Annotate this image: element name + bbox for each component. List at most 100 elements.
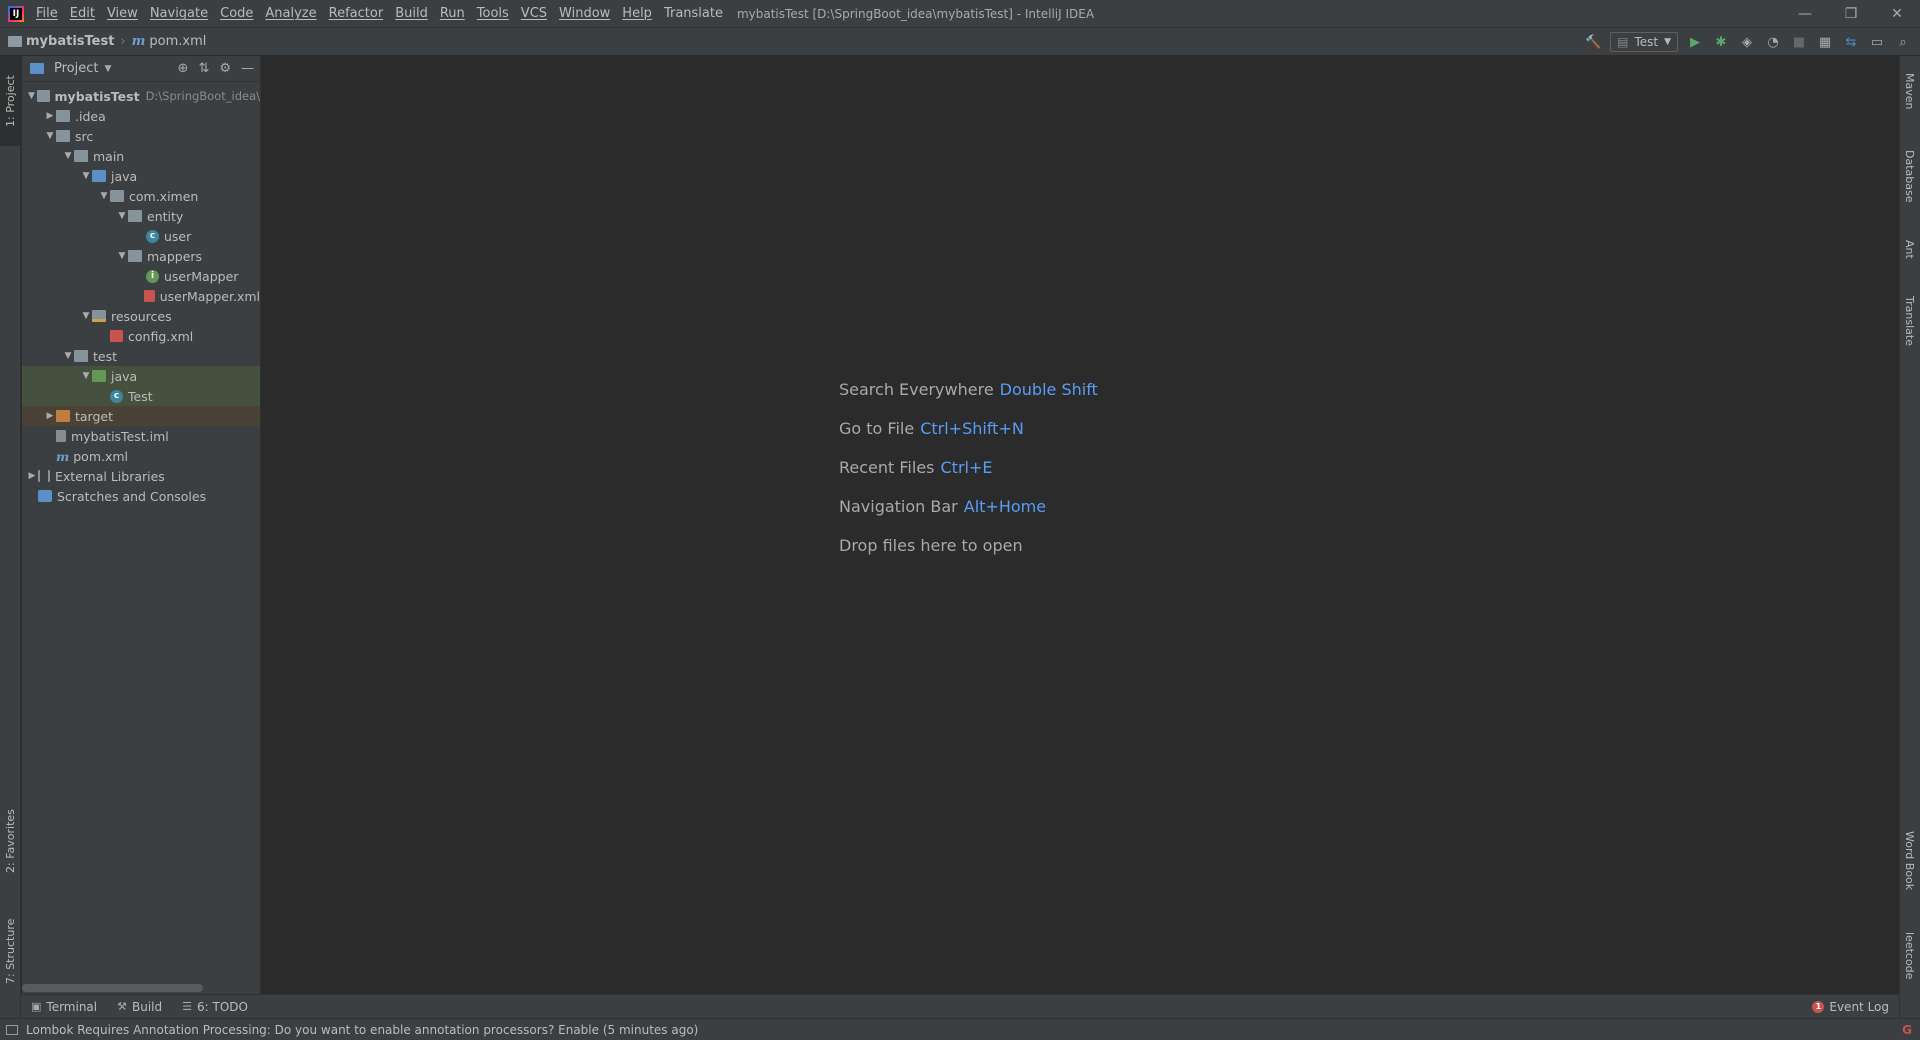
tree-item[interactable]: ▼ java (22, 366, 260, 386)
gear-icon[interactable]: ⚙ (219, 61, 231, 76)
tree-item[interactable]: i userMapper (22, 266, 260, 286)
chevron-down-icon[interactable]: ▼ (104, 64, 111, 74)
status-bar: Lombok Requires Annotation Processing: D… (0, 1018, 1920, 1040)
presentation-icon[interactable]: ▭ (1868, 33, 1886, 51)
expanded-arrow-icon[interactable]: ▼ (62, 351, 74, 361)
menu-item-view[interactable]: View (101, 6, 144, 21)
menu-item-edit[interactable]: Edit (64, 6, 101, 21)
expanded-arrow-icon[interactable]: ▼ (80, 311, 92, 321)
tree-item[interactable]: c user (22, 226, 260, 246)
tab-project[interactable]: 1: Project (0, 56, 21, 146)
tab-database[interactable]: Database (1899, 136, 1920, 216)
tree-item[interactable]: ▼ entity (22, 206, 260, 226)
tree-item[interactable]: config.xml (22, 326, 260, 346)
status-message[interactable]: Lombok Requires Annotation Processing: D… (26, 1023, 698, 1037)
collapse-all-icon[interactable]: ⇅ (198, 61, 209, 76)
tree-item[interactable]: ▼ resources (22, 306, 260, 326)
package-icon (110, 190, 124, 202)
tree-item-label: config.xml (128, 328, 194, 344)
restore-icon[interactable]: ❐ (1828, 0, 1874, 28)
menu-item-analyze[interactable]: Analyze (259, 6, 322, 21)
tree-item[interactable]: ▶ .idea (22, 106, 260, 126)
expanded-arrow-icon[interactable]: ▼ (116, 211, 128, 221)
menu-item-help[interactable]: Help (616, 6, 658, 21)
tree-item[interactable]: userMapper.xml (22, 286, 260, 306)
menu-item-file[interactable]: File (30, 6, 64, 21)
tool-windows-icon[interactable] (6, 1024, 18, 1035)
minimize-icon[interactable]: — (1782, 0, 1828, 28)
menu-item-vcs[interactable]: VCS (515, 6, 553, 21)
tab-translate[interactable]: Translate (1899, 281, 1920, 361)
tree-item[interactable]: ▼ mybatisTest D:\SpringBoot_idea\ (22, 86, 260, 106)
coverage-icon[interactable]: ◈ (1738, 33, 1756, 51)
project-view-selector[interactable]: Project (54, 61, 98, 76)
translate-icon[interactable]: ⇆ (1842, 33, 1860, 51)
tab-word-book[interactable]: Word Book (1899, 818, 1920, 903)
tab-ant[interactable]: Ant (1899, 224, 1920, 274)
collapsed-arrow-icon[interactable]: ▶ (26, 471, 38, 481)
menu-item-run[interactable]: Run (434, 6, 471, 21)
tree-item[interactable]: ▶ target (22, 406, 260, 426)
tree-item[interactable]: c Test (22, 386, 260, 406)
run-configuration-select[interactable]: ▤ Test ▼ (1610, 32, 1678, 52)
expanded-arrow-icon[interactable]: ▼ (98, 191, 110, 201)
tab-leetcode[interactable]: leetcode (1899, 916, 1920, 996)
menu-item-translate[interactable]: Translate (658, 6, 729, 21)
tab-todo[interactable]: ☰ 6: TODO (172, 1000, 258, 1014)
class-icon: c (146, 229, 159, 243)
tree-item[interactable]: ▼ test (22, 346, 260, 366)
tree-item[interactable]: ▼ main (22, 146, 260, 166)
menu-item-window[interactable]: Window (553, 6, 616, 21)
debug-icon[interactable]: ✱ (1712, 33, 1730, 51)
expanded-arrow-icon[interactable]: ▼ (44, 131, 56, 141)
tree-item[interactable]: ▼ java (22, 166, 260, 186)
project-structure-icon[interactable]: ▦ (1816, 33, 1834, 51)
profile-icon[interactable]: ◔ (1764, 33, 1782, 51)
breadcrumb-project[interactable]: mybatisTest (26, 34, 114, 49)
tab-terminal[interactable]: ▣ Terminal (21, 1000, 107, 1014)
tree-item[interactable]: m pom.xml (22, 446, 260, 466)
menu-item-code[interactable]: Code (214, 6, 259, 21)
tree-item-label: Scratches and Consoles (57, 488, 207, 504)
tree-item[interactable]: ▼ src (22, 126, 260, 146)
hint-label: Recent Files (839, 458, 935, 477)
tab-build[interactable]: ⚒ Build (107, 1000, 172, 1014)
title-bar: IJ File Edit View Navigate Code Analyze Refact… (0, 0, 1920, 28)
menu-item-tools[interactable]: Tools (471, 6, 515, 21)
tree-item[interactable]: Scratches and Consoles (22, 486, 260, 506)
build-hammer-icon[interactable]: 🔨 (1584, 33, 1602, 51)
expanded-arrow-icon[interactable]: ▼ (62, 151, 74, 161)
collapsed-arrow-icon[interactable]: ▶ (44, 411, 56, 421)
tab-favorites[interactable]: 2: Favorites (0, 796, 21, 886)
hint-label: Navigation Bar (839, 497, 958, 516)
tree-item[interactable]: ▼ mappers (22, 246, 260, 266)
tab-structure[interactable]: 7: Structure (0, 901, 21, 1001)
expanded-arrow-icon[interactable]: ▼ (80, 371, 92, 381)
tab-event-log[interactable]: 1 Event Log (1812, 1000, 1889, 1014)
tab-maven[interactable]: Maven (1899, 56, 1920, 126)
expanded-arrow-icon[interactable]: ▼ (116, 251, 128, 261)
expanded-arrow-icon[interactable]: ▼ (26, 91, 37, 101)
menu-item-refactor[interactable]: Refactor (323, 6, 390, 21)
tab-word-book-label: Word Book (1903, 830, 1916, 891)
hide-panel-icon[interactable]: — (241, 61, 254, 76)
collapsed-arrow-icon[interactable]: ▶ (44, 111, 56, 121)
expanded-arrow-icon[interactable]: ▼ (80, 171, 92, 181)
menu-item-navigate[interactable]: Navigate (144, 6, 214, 21)
tree-item[interactable]: ▼ com.ximen (22, 186, 260, 206)
breadcrumb-file[interactable]: pom.xml (149, 34, 206, 49)
intellij-logo-icon: IJ (8, 5, 24, 22)
stop-icon[interactable]: ■ (1790, 33, 1808, 51)
tree-item-label: src (75, 128, 94, 144)
menu-item-build[interactable]: Build (389, 6, 434, 21)
run-icon[interactable]: ▶ (1686, 33, 1704, 51)
search-icon[interactable]: ⌕ (1894, 33, 1912, 51)
locate-icon[interactable]: ⊕ (178, 61, 189, 76)
horizontal-scrollbar[interactable] (22, 984, 203, 992)
tree-item[interactable]: ▶ External Libraries (22, 466, 260, 486)
tree-item[interactable]: mybatisTest.iml (22, 426, 260, 446)
tab-maven-label: Maven (1903, 72, 1916, 110)
tree-item-label: com.ximen (129, 188, 199, 204)
project-view-icon (30, 63, 44, 74)
close-icon[interactable]: ✕ (1874, 0, 1920, 28)
